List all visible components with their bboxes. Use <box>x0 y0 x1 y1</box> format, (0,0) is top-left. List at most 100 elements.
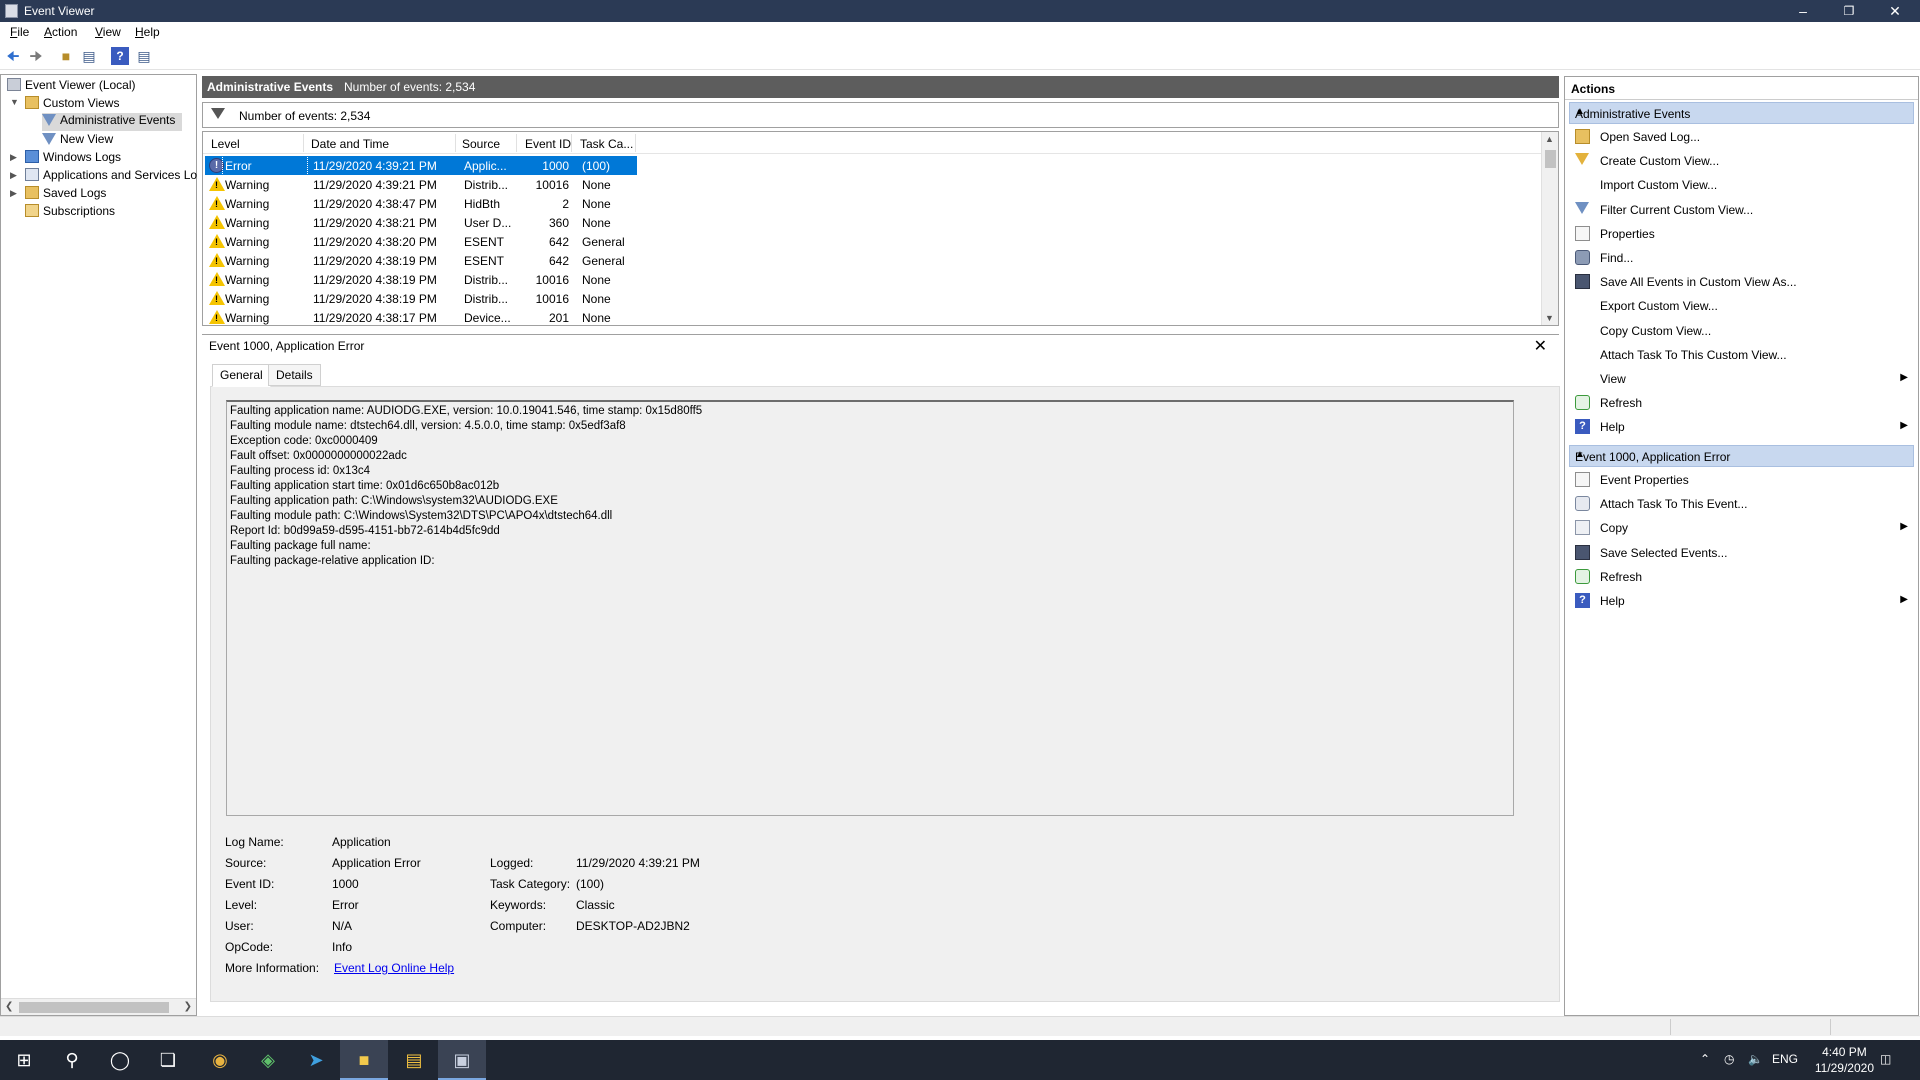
table-row[interactable]: ! Warning 11/29/2020 4:38:21 PM User D... 36… <box>205 213 637 232</box>
table-row[interactable]: ! Warning 11/29/2020 4:38:19 PM ESENT 642 Gen… <box>205 251 637 270</box>
action-properties[interactable]: Properties <box>1569 223 1914 245</box>
event-message-box[interactable]: Faulting application name: AUDIODG.EXE, … <box>226 400 1514 816</box>
action-export-custom-view[interactable]: Export Custom View... <box>1569 295 1914 317</box>
task-view-icon[interactable]: ❏ <box>144 1040 192 1080</box>
action-attach-task-to-this-custom-view[interactable]: Attach Task To This Custom View... <box>1569 344 1914 366</box>
event-log-online-help-link[interactable]: Event Log Online Help <box>334 961 454 975</box>
action-filter-current-custom-view[interactable]: Filter Current Custom View... <box>1569 199 1914 221</box>
tree-item-subscriptions[interactable]: Subscriptions <box>25 204 115 222</box>
column-source[interactable]: Source <box>462 137 500 151</box>
tree-item-new-view[interactable]: New View <box>42 132 113 150</box>
collapse-arrow-icon[interactable]: ▼ <box>10 97 19 107</box>
help-icon[interactable]: ? <box>111 47 129 65</box>
telegram-icon[interactable]: ➤ <box>292 1040 340 1080</box>
action-find[interactable]: Find... <box>1569 247 1914 269</box>
action-event-properties[interactable]: Event Properties <box>1569 469 1914 491</box>
scroll-down-icon[interactable]: ▼ <box>1545 313 1554 323</box>
table-row[interactable]: ! Warning 11/29/2020 4:38:19 PM Distrib... 1… <box>205 270 637 289</box>
scroll-thumb[interactable] <box>19 1002 169 1013</box>
cell-level: Warning <box>225 292 270 306</box>
tree-item-administrative-events[interactable]: Administrative Events <box>42 113 182 131</box>
action-copy-custom-view[interactable]: Copy Custom View... <box>1569 320 1914 342</box>
restore-button[interactable]: ❐ <box>1826 0 1872 22</box>
tree-item-custom-views[interactable]: Custom Views <box>25 96 119 114</box>
scroll-up-icon[interactable]: ▲ <box>1545 134 1554 144</box>
warning-mark: ! <box>215 256 218 266</box>
minimize-button[interactable]: – <box>1780 0 1826 22</box>
scroll-thumb[interactable] <box>1545 150 1556 168</box>
error-icon: ! <box>209 158 224 173</box>
network-icon[interactable]: ◷ <box>1724 1052 1734 1066</box>
show-hide-action-pane-icon[interactable]: ▤ <box>135 47 153 65</box>
action-open-saved-log[interactable]: Open Saved Log... <box>1569 126 1914 148</box>
action-copy[interactable]: Copy ▶ <box>1569 517 1914 539</box>
file-explorer-icon[interactable]: ▤ <box>390 1040 438 1080</box>
table-row[interactable]: ! Error 11/29/2020 4:39:21 PM Applic... 1000… <box>205 155 637 176</box>
tab-general[interactable]: General <box>212 364 271 387</box>
column-task-category[interactable]: Task Ca... <box>580 137 633 151</box>
notifications-icon[interactable]: ◫ <box>1880 1052 1891 1066</box>
volume-icon[interactable]: 🔈 <box>1748 1052 1763 1066</box>
expand-arrow-icon[interactable]: ▶ <box>10 170 17 181</box>
cortana-icon[interactable]: ◯ <box>96 1040 144 1080</box>
table-row[interactable]: ! Warning 11/29/2020 4:38:20 PM ESENT 642 Gen… <box>205 232 637 251</box>
language-indicator[interactable]: ENG <box>1772 1052 1798 1066</box>
action-import-custom-view[interactable]: Import Custom View... <box>1569 174 1914 196</box>
menu-action[interactable]: Action <box>44 25 77 39</box>
collapse-caret-icon[interactable]: ▲ <box>1575 449 1907 460</box>
sticky-notes-icon[interactable]: ■ <box>340 1040 388 1080</box>
collapse-caret-icon[interactable]: ▲ <box>1575 106 1907 117</box>
table-row[interactable]: ! Warning 11/29/2020 4:39:21 PM Distrib... 1… <box>205 175 637 194</box>
edge-icon[interactable]: ◈ <box>244 1040 292 1080</box>
expand-arrow-icon[interactable]: ▶ <box>10 152 17 163</box>
back-icon[interactable]: 🠈 <box>4 47 22 65</box>
center-pane-header: Administrative Events Number of events: … <box>202 76 1559 98</box>
grid-vertical-scrollbar[interactable]: ▲ ▼ <box>1541 132 1558 325</box>
tree-item-windows-logs[interactable]: Windows Logs <box>25 150 121 168</box>
action-view[interactable]: View ▶ <box>1569 368 1914 390</box>
action-refresh[interactable]: Refresh <box>1569 566 1914 588</box>
event-viewer-app-icon <box>5 4 18 18</box>
close-detail-icon[interactable]: ✕ <box>1534 336 1547 356</box>
cell-source: User D... <box>464 216 512 230</box>
column-level[interactable]: Level <box>211 137 240 151</box>
action-create-custom-view[interactable]: Create Custom View... <box>1569 150 1914 172</box>
tree-horizontal-scrollbar[interactable]: ❮ ❯ <box>1 998 196 1015</box>
column-date-time[interactable]: Date and Time <box>311 137 389 151</box>
scroll-left-icon[interactable]: ❮ <box>5 1001 13 1012</box>
menu-file[interactable]: File <box>10 25 29 39</box>
action-attach-task-to-this-event[interactable]: Attach Task To This Event... <box>1569 493 1914 515</box>
tree-item-root[interactable]: Event Viewer (Local) <box>7 78 136 96</box>
action-refresh[interactable]: Refresh <box>1569 392 1914 414</box>
filter-count: Number of events: 2,534 <box>239 109 371 123</box>
action-help[interactable]: ? Help ▶ <box>1569 590 1914 612</box>
cell-event-id: 642 <box>548 254 569 268</box>
close-button[interactable]: ✕ <box>1872 0 1918 22</box>
action-save-selected-events[interactable]: Save Selected Events... <box>1569 542 1914 564</box>
start-icon[interactable]: ⊞ <box>0 1040 48 1080</box>
forward-icon[interactable]: 🠊 <box>27 47 45 65</box>
up-icon[interactable]: ■ <box>57 47 75 65</box>
event-viewer-icon[interactable]: ▣ <box>438 1040 486 1080</box>
section-administrative-events[interactable]: Administrative Events ▲ <box>1569 102 1914 124</box>
tab-details[interactable]: Details <box>268 364 321 386</box>
table-row[interactable]: ! Warning 11/29/2020 4:38:17 PM Device... 20… <box>205 308 637 325</box>
menu-help[interactable]: Help <box>135 25 160 39</box>
show-hide-tree-icon[interactable]: ▤ <box>80 47 98 65</box>
action-save-all-events-in-custom-view-as[interactable]: Save All Events in Custom View As... <box>1569 271 1914 293</box>
search-icon[interactable]: ⚲ <box>48 1040 96 1080</box>
menu-view[interactable]: View <box>95 25 121 39</box>
chevron-up-icon[interactable]: ⌃ <box>1700 1052 1710 1066</box>
section-event-1000[interactable]: Event 1000, Application Error ▲ <box>1569 445 1914 467</box>
scroll-right-icon[interactable]: ❯ <box>184 1001 192 1012</box>
column-event-id[interactable]: Event ID <box>525 137 571 151</box>
event-viewer-icon <box>7 78 21 91</box>
expand-arrow-icon[interactable]: ▶ <box>10 188 17 199</box>
table-row[interactable]: ! Warning 11/29/2020 4:38:19 PM Distrib... 1… <box>205 289 637 308</box>
tree-item-saved-logs[interactable]: Saved Logs <box>25 186 106 204</box>
clock[interactable]: 4:40 PM 11/29/2020 <box>1815 1044 1874 1076</box>
tree-item-applications-services[interactable]: Applications and Services Lo <box>25 168 197 186</box>
chrome-icon[interactable]: ◉ <box>196 1040 244 1080</box>
table-row[interactable]: ! Warning 11/29/2020 4:38:47 PM HidBth 2 None <box>205 194 637 213</box>
action-help[interactable]: ? Help ▶ <box>1569 416 1914 438</box>
